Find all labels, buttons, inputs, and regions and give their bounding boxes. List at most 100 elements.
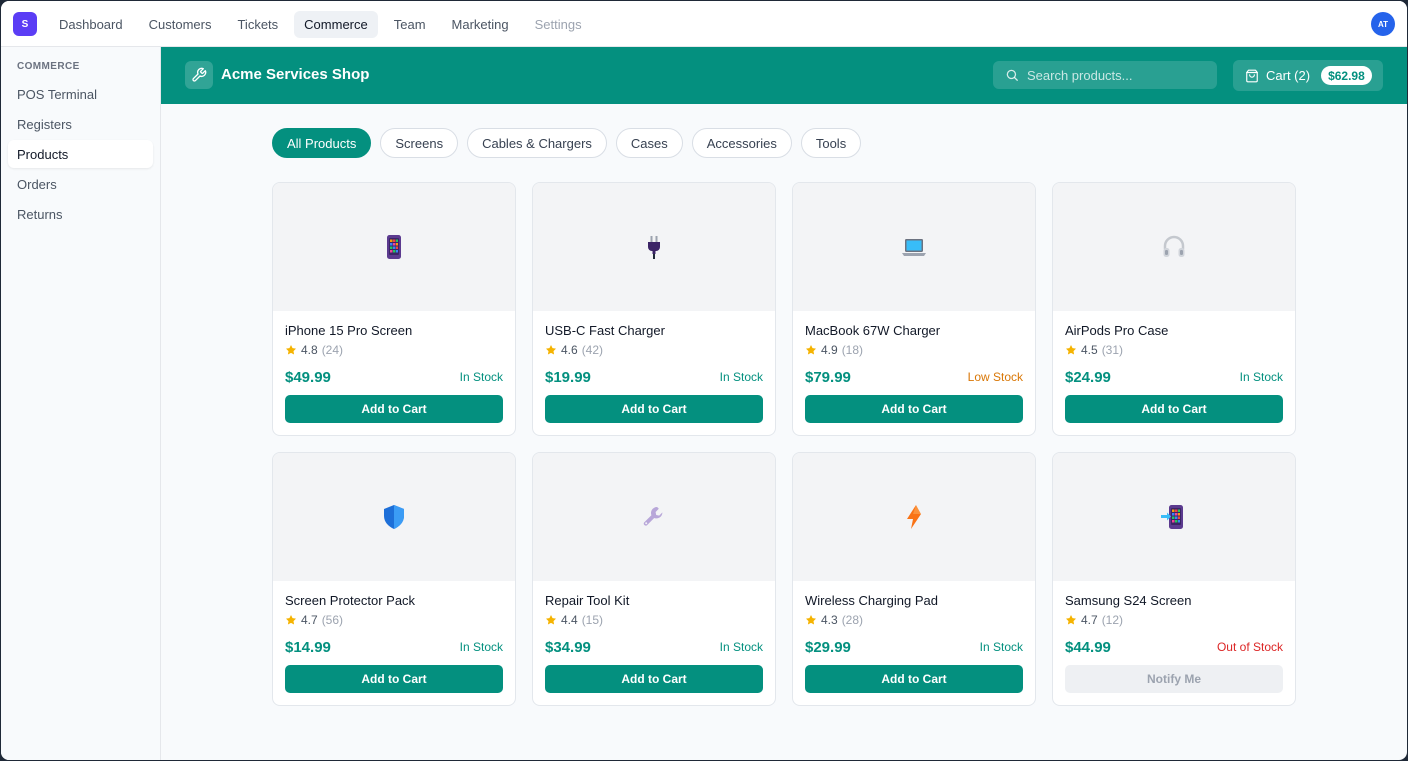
- review-count: (42): [581, 343, 604, 357]
- stock-status: In Stock: [719, 370, 763, 384]
- nav-tab-marketing[interactable]: Marketing: [442, 11, 519, 38]
- nav-tab-commerce[interactable]: Commerce: [294, 11, 378, 38]
- wrench-icon: [643, 506, 663, 526]
- star-icon: [546, 345, 556, 355]
- sidebar-item-products[interactable]: Products: [8, 140, 153, 168]
- rating-value: 4.8: [301, 343, 318, 357]
- product-price: $34.99: [545, 639, 591, 656]
- headphones-icon: [1163, 235, 1185, 257]
- rating-value: 4.4: [561, 613, 578, 627]
- add-to-cart-button[interactable]: Add to Cart: [285, 665, 503, 693]
- nav-tab-team[interactable]: Team: [384, 11, 436, 38]
- star-icon: [1066, 615, 1076, 625]
- add-to-cart-button[interactable]: Add to Cart: [545, 395, 763, 423]
- phone-arrow-icon: [1161, 505, 1183, 529]
- stock-status: Out of Stock: [1216, 640, 1283, 654]
- sidebar-list: POS Terminal Registers Products Orders R…: [8, 80, 153, 230]
- product-card: Screen Protector Pack 4.7 (56) $14.99 In…: [272, 452, 516, 706]
- sidebar-item-registers[interactable]: Registers: [8, 110, 153, 138]
- nav-tab-settings[interactable]: Settings: [525, 11, 592, 38]
- filter-screens[interactable]: Screens: [380, 128, 459, 158]
- add-to-cart-button[interactable]: Add to Cart: [805, 665, 1023, 693]
- product-name[interactable]: AirPods Pro Case: [1065, 323, 1168, 338]
- product-rating: 4.3 (28): [805, 613, 863, 627]
- rating-value: 4.7: [1081, 613, 1098, 627]
- sidebar: COMMERCE POS Terminal Registers Products…: [1, 47, 161, 760]
- add-to-cart-button[interactable]: Add to Cart: [545, 665, 763, 693]
- product-name[interactable]: MacBook 67W Charger: [805, 323, 940, 338]
- cart-button[interactable]: Cart (2) $62.98: [1233, 60, 1383, 91]
- nav-tab-customers[interactable]: Customers: [139, 11, 222, 38]
- search-input[interactable]: [1027, 67, 1207, 83]
- product-name[interactable]: Wireless Charging Pad: [805, 593, 938, 608]
- user-avatar[interactable]: AT: [1371, 12, 1395, 36]
- top-nav: S Dashboard Customers Tickets Commerce T…: [1, 1, 1407, 47]
- review-count: (31): [1101, 343, 1124, 357]
- product-card: AirPods Pro Case 4.5 (31) $24.99 In Stoc…: [1052, 182, 1296, 436]
- product-price: $14.99: [285, 639, 331, 656]
- main-content: Acme Services Shop Cart (2) $62.98 All P…: [161, 47, 1407, 760]
- product-price: $19.99: [545, 369, 591, 386]
- product-price: $44.99: [1065, 639, 1111, 656]
- nav-tab-dashboard[interactable]: Dashboard: [49, 11, 133, 38]
- product-image: [533, 453, 775, 581]
- product-image: [1053, 183, 1295, 311]
- rating-value: 4.5: [1081, 343, 1098, 357]
- shop-title: Acme Services Shop: [221, 66, 370, 83]
- review-count: (18): [841, 343, 864, 357]
- phone-icon: [387, 235, 401, 259]
- star-icon: [806, 615, 816, 625]
- product-price: $29.99: [805, 639, 851, 656]
- filter-accessories[interactable]: Accessories: [691, 128, 792, 158]
- product-name[interactable]: Samsung S24 Screen: [1065, 593, 1191, 608]
- cart-total-badge: $62.98: [1321, 66, 1372, 85]
- product-card: iPhone 15 Pro Screen 4.8 (24) $49.99 In …: [272, 182, 516, 436]
- product-name[interactable]: Repair Tool Kit: [545, 593, 629, 608]
- plug-icon: [648, 236, 660, 259]
- star-icon: [806, 345, 816, 355]
- review-count: (24): [321, 343, 344, 357]
- stock-status: In Stock: [979, 640, 1023, 654]
- star-icon: [286, 345, 296, 355]
- filter-tools[interactable]: Tools: [800, 128, 862, 158]
- nav-tabs: Dashboard Customers Tickets Commerce Tea…: [49, 11, 592, 38]
- review-count: (28): [841, 613, 864, 627]
- sidebar-item-orders[interactable]: Orders: [8, 170, 153, 198]
- filter-cables-chargers[interactable]: Cables & Chargers: [467, 128, 607, 158]
- search-box[interactable]: [993, 61, 1217, 89]
- add-to-cart-button[interactable]: Add to Cart: [1065, 395, 1283, 423]
- product-rating: 4.4 (15): [545, 613, 603, 627]
- review-count: (56): [321, 613, 344, 627]
- product-grid: iPhone 15 Pro Screen 4.8 (24) $49.99 In …: [272, 182, 1296, 706]
- product-rating: 4.6 (42): [545, 343, 603, 357]
- add-to-cart-button[interactable]: Add to Cart: [805, 395, 1023, 423]
- app-logo[interactable]: S: [13, 12, 37, 36]
- shield-icon: [384, 505, 404, 529]
- review-count: (15): [581, 613, 604, 627]
- filter-cases[interactable]: Cases: [615, 128, 683, 158]
- product-card: MacBook 67W Charger 4.9 (18) $79.99 Low …: [792, 182, 1036, 436]
- laptop-icon: [902, 239, 926, 256]
- product-name[interactable]: USB-C Fast Charger: [545, 323, 665, 338]
- product-rating: 4.7 (56): [285, 613, 343, 627]
- product-price: $24.99: [1065, 369, 1111, 386]
- product-image: [273, 453, 515, 581]
- search-icon: [1006, 69, 1018, 81]
- filter-all-products[interactable]: All Products: [272, 128, 372, 158]
- lightning-icon: [907, 505, 921, 529]
- add-to-cart-button[interactable]: Add to Cart: [285, 395, 503, 423]
- sidebar-item-returns[interactable]: Returns: [8, 200, 153, 228]
- nav-tab-tickets[interactable]: Tickets: [227, 11, 288, 38]
- star-icon: [1066, 345, 1076, 355]
- sidebar-item-pos-terminal[interactable]: POS Terminal: [8, 80, 153, 108]
- product-card: Samsung S24 Screen 4.7 (12) $44.99 Out o…: [1052, 452, 1296, 706]
- rating-value: 4.3: [821, 613, 838, 627]
- product-name[interactable]: iPhone 15 Pro Screen: [285, 323, 412, 338]
- product-image: [793, 453, 1035, 581]
- product-card: Wireless Charging Pad 4.3 (28) $29.99 In…: [792, 452, 1036, 706]
- stock-status: Low Stock: [967, 370, 1023, 384]
- review-count: (12): [1101, 613, 1124, 627]
- product-name[interactable]: Screen Protector Pack: [285, 593, 415, 608]
- rating-value: 4.6: [561, 343, 578, 357]
- notify-me-button[interactable]: Notify Me: [1065, 665, 1283, 693]
